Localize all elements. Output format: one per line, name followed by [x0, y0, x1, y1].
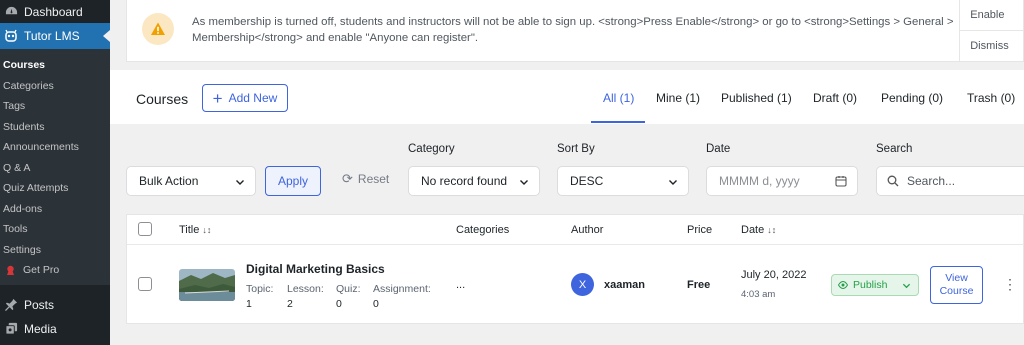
lesson-count: 2: [287, 298, 293, 310]
sidebar-item-media[interactable]: Media: [0, 317, 110, 341]
search-input[interactable]: Search...: [876, 166, 1024, 196]
notice-actions: Enable Dismiss: [959, 0, 1023, 61]
sidebar-item-quiz-attempts[interactable]: Quiz Attempts: [0, 178, 110, 199]
dashboard-icon: [4, 5, 18, 19]
membership-notice: As membership is turned off, students an…: [126, 0, 1024, 62]
tab-published[interactable]: Published (1): [721, 91, 792, 105]
topic-count: 1: [246, 298, 252, 310]
get-pro-icon: [5, 265, 16, 276]
sidebar-item-dashboard[interactable]: Dashboard: [0, 0, 110, 23]
quiz-label: Quiz:: [336, 283, 361, 295]
tab-draft[interactable]: Draft (0): [813, 91, 857, 105]
course-thumbnail[interactable]: [179, 269, 235, 301]
sidebar-item-categories[interactable]: Categories: [0, 76, 110, 97]
sidebar-item-posts[interactable]: Posts: [0, 293, 110, 317]
page-title: Courses: [136, 91, 189, 107]
sidebar-item-tools[interactable]: Tools: [0, 219, 110, 240]
sidebar-item-get-pro[interactable]: Get Pro: [0, 260, 110, 281]
search-label: Search: [876, 143, 913, 155]
tab-trash[interactable]: Trash (0): [967, 91, 1015, 105]
sidebar-item-label: Tutor LMS: [24, 29, 80, 43]
chevron-down-icon: [235, 176, 245, 190]
calendar-icon: [835, 175, 847, 190]
courses-header: Courses + Add New All (1) Mine (1) Publi…: [110, 70, 1024, 124]
eye-icon: [838, 280, 848, 290]
sidebar-item-courses[interactable]: Courses: [0, 55, 110, 76]
view-course-button[interactable]: View Course: [930, 266, 983, 304]
sort-by-label: Sort By: [557, 143, 595, 155]
sidebar-item-tutor-lms[interactable]: Tutor LMS: [0, 23, 110, 49]
avatar: X: [571, 273, 594, 296]
select-all-checkbox[interactable]: [138, 222, 152, 236]
sidebar-item-settings[interactable]: Settings: [0, 240, 110, 261]
media-icon: [4, 322, 18, 336]
tab-pending[interactable]: Pending (0): [881, 91, 943, 105]
topic-label: Topic:: [246, 283, 274, 295]
column-price: Price: [687, 224, 713, 236]
status-select[interactable]: Publish: [831, 274, 919, 296]
sort-icon: ↓↕: [767, 225, 777, 235]
pin-icon: [4, 298, 18, 312]
reset-button[interactable]: ⟳ Reset: [342, 171, 389, 187]
notice-message: As membership is turned off, students an…: [192, 16, 954, 44]
quiz-count: 0: [336, 298, 342, 310]
search-icon: [887, 175, 899, 190]
plus-icon: +: [212, 88, 223, 108]
assignment-count: 0: [373, 298, 379, 310]
sort-by-select[interactable]: DESC: [557, 166, 689, 196]
category-select[interactable]: No record found: [408, 166, 540, 196]
admin-sidebar: Dashboard Tutor LMS Courses Categories T…: [0, 0, 110, 345]
column-author: Author: [571, 224, 604, 236]
column-date[interactable]: Date ↓↕: [741, 224, 776, 236]
course-price: Free: [687, 279, 711, 291]
course-date: July 20, 2022: [741, 269, 807, 281]
row-checkbox[interactable]: [138, 277, 152, 291]
course-time: 4:03 am: [741, 289, 776, 300]
tab-all[interactable]: All (1): [603, 91, 634, 105]
lesson-label: Lesson:: [287, 283, 324, 295]
sidebar-item-label: Media: [24, 321, 57, 336]
column-title[interactable]: Title ↓↕: [179, 224, 211, 236]
sidebar-item-students[interactable]: Students: [0, 117, 110, 138]
apply-button[interactable]: Apply: [265, 166, 321, 196]
sidebar-item-label: Dashboard: [24, 4, 83, 19]
sidebar-item-label: Posts: [24, 297, 55, 312]
tutor-owl-icon: [4, 29, 18, 43]
tab-mine[interactable]: Mine (1): [656, 91, 700, 105]
table-header: Title ↓↕ Categories Author Price Date ↓↕: [127, 215, 1023, 245]
chevron-down-icon: [902, 281, 911, 293]
tutor-submenu: Courses Categories Tags Students Announc…: [0, 49, 110, 285]
category-label: Category: [408, 143, 455, 155]
chevron-down-icon: [519, 176, 529, 190]
course-categories: ...: [456, 279, 466, 291]
author-name[interactable]: xaaman: [604, 279, 645, 291]
date-label: Date: [706, 143, 731, 155]
bulk-action-select[interactable]: Bulk Action: [126, 166, 256, 196]
sidebar-item-add-ons[interactable]: Add-ons: [0, 199, 110, 220]
active-tab-indicator: [591, 121, 645, 123]
date-picker-input[interactable]: MMMM d, yyyy: [706, 166, 858, 196]
chevron-down-icon: [668, 176, 678, 190]
assignment-label: Assignment:: [373, 283, 431, 295]
add-new-button[interactable]: + Add New: [202, 84, 288, 112]
sidebar-item-qa[interactable]: Q & A: [0, 158, 110, 179]
sidebar-item-tags[interactable]: Tags: [0, 96, 110, 117]
reset-icon: ⟳: [342, 171, 353, 186]
courses-table: Title ↓↕ Categories Author Price Date ↓↕…: [126, 214, 1024, 324]
sort-icon: ↓↕: [202, 225, 212, 235]
course-title-link[interactable]: Digital Marketing Basics: [246, 262, 385, 276]
dismiss-button[interactable]: Dismiss: [960, 31, 1023, 61]
warning-icon: [142, 13, 174, 45]
column-categories: Categories: [456, 224, 510, 236]
more-options-icon[interactable]: ⋮: [1003, 277, 1017, 291]
sidebar-item-announcements[interactable]: Announcements: [0, 137, 110, 158]
enable-button[interactable]: Enable: [960, 0, 1023, 31]
